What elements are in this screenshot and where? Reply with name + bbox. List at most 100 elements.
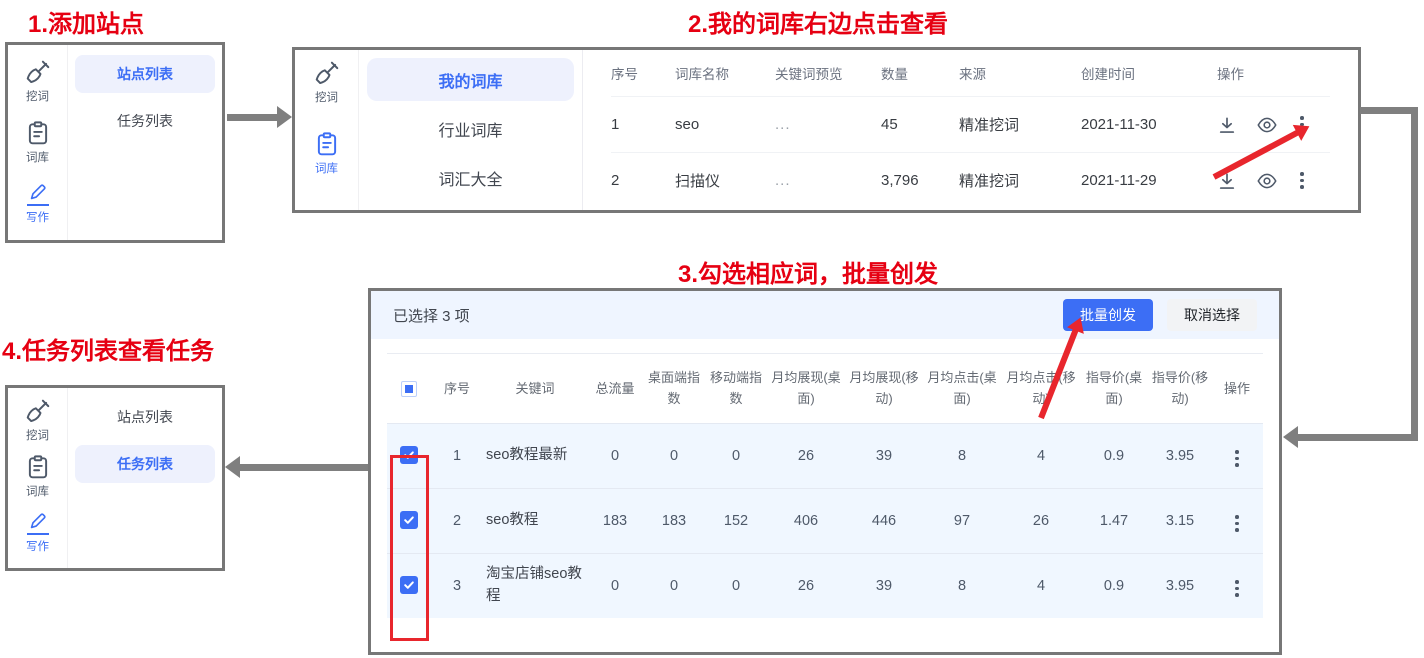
shovel-icon — [25, 398, 51, 424]
step3-title: 3.勾选相应词，批量创发 — [678, 254, 938, 289]
sidebar-item-lexicon[interactable]: 词库 — [314, 131, 340, 176]
flow-arrowhead — [225, 456, 240, 478]
eye-icon[interactable] — [1256, 170, 1278, 192]
menu-vocab-all[interactable]: 词汇大全 — [367, 156, 574, 199]
table-cell: 3.95 — [1147, 448, 1213, 464]
column-header: 指导价(桌面) — [1081, 367, 1147, 410]
lexicon-table: 序号 词库名称 关键词预览 数量 来源 创建时间 操作 1 seo ... 45… — [583, 50, 1358, 210]
sidebar-item-writing[interactable]: 写作 — [26, 181, 49, 225]
table-cell: seo教程 — [483, 510, 587, 532]
kebab-menu-icon[interactable] — [1232, 577, 1242, 600]
annotation-box-checkboxes — [390, 455, 429, 641]
menu-task-list[interactable]: 任务列表 — [75, 102, 215, 140]
sidebar-item-writing[interactable]: 写作 — [26, 510, 49, 554]
sidebar-item-dig-words[interactable]: 挖词 — [314, 60, 340, 105]
table-cell: 1.47 — [1081, 513, 1147, 529]
column-header: 月均点击(移动) — [1001, 367, 1081, 410]
keyword-table: 序号 关键词 总流量 桌面端指数 移动端指数 月均展现(桌面) 月均展现(移动)… — [387, 353, 1263, 618]
sidebar-item-dig-words[interactable]: 挖词 — [25, 398, 51, 443]
column-header: 序号 — [431, 378, 483, 399]
table-cell: 4 — [1001, 578, 1081, 594]
step2-panel: 挖词 词库 我的词库 行业词库 词汇大全 序号 词库名称 关键词预览 数量 来源… — [292, 47, 1361, 213]
download-icon[interactable] — [1217, 115, 1237, 135]
clipboard-icon — [25, 120, 51, 146]
table-cell: 2 — [611, 172, 675, 189]
column-header: 移动端指数 — [705, 367, 767, 410]
table-cell: 0 — [587, 578, 643, 594]
table-cell: 1 — [431, 448, 483, 464]
keyword-row: 3 淘宝店铺seo教程 0 0 0 26 39 8 4 0.9 3.95 — [387, 553, 1263, 618]
table-cell: 0 — [643, 448, 705, 464]
table-cell: ... — [775, 116, 881, 133]
table-cell: 183 — [643, 513, 705, 529]
column-header: 操作 — [1217, 63, 1323, 83]
table-cell: 45 — [881, 116, 959, 133]
table-cell: 406 — [767, 513, 845, 529]
table-cell: 8 — [923, 578, 1001, 594]
table-cell: 2021-11-30 — [1081, 116, 1217, 133]
selection-bar: 已选择 3 项 批量创发 取消选择 — [371, 291, 1279, 339]
menu-task-list[interactable]: 任务列表 — [75, 445, 215, 483]
icon-rail: 挖词 词库 — [295, 50, 359, 210]
selection-count-text: 已选择 3 项 — [393, 305, 470, 326]
kebab-menu-icon[interactable] — [1297, 169, 1307, 192]
sidebar-item-lexicon[interactable]: 词库 — [25, 454, 51, 499]
table-cell: 精准挖词 — [959, 114, 1081, 135]
lexicon-row: 2 扫描仪 ... 3,796 精准挖词 2021-11-29 — [611, 152, 1330, 208]
flow-arrow-step3-to-step4 — [240, 464, 368, 471]
table-cell: 183 — [587, 513, 643, 529]
cancel-selection-button[interactable]: 取消选择 — [1167, 299, 1257, 332]
flow-arrowhead — [277, 106, 292, 128]
keyword-row: 1 seo教程最新 0 0 0 26 39 8 4 0.9 3.95 — [387, 423, 1263, 488]
table-cell: 2021-11-29 — [1081, 172, 1217, 189]
submenu: 站点列表 任务列表 — [68, 45, 222, 240]
column-header: 词库名称 — [675, 63, 775, 83]
step1-title: 1.添加站点 — [28, 4, 144, 39]
table-cell: 0 — [705, 578, 767, 594]
column-header: 数量 — [881, 63, 959, 83]
sidebar-label: 词库 — [315, 160, 338, 176]
table-cell: 39 — [845, 578, 923, 594]
kebab-menu-icon[interactable] — [1232, 447, 1242, 470]
sidebar-label: 词库 — [26, 149, 49, 165]
column-header: 指导价(移动) — [1147, 367, 1213, 410]
table-cell: 0.9 — [1081, 578, 1147, 594]
column-header: 操作 — [1213, 378, 1261, 399]
column-header: 月均展现(桌面) — [767, 367, 845, 410]
column-header: 关键词预览 — [775, 63, 881, 83]
flow-arrow-step1-to-step2 — [227, 114, 277, 121]
kebab-menu-icon[interactable] — [1232, 512, 1242, 535]
sidebar-item-dig-words[interactable]: 挖词 — [25, 59, 51, 104]
table-cell: 4 — [1001, 448, 1081, 464]
icon-rail: 挖词 词库 写作 — [8, 388, 68, 568]
eye-icon[interactable] — [1256, 114, 1278, 136]
column-header: 创建时间 — [1081, 63, 1217, 83]
table-cell: 精准挖词 — [959, 170, 1081, 191]
clipboard-icon — [314, 131, 340, 157]
table-cell: 淘宝店铺seo教程 — [483, 564, 587, 608]
column-header: 月均展现(移动) — [845, 367, 923, 410]
table-cell: 446 — [845, 513, 923, 529]
sidebar-item-lexicon[interactable]: 词库 — [25, 120, 51, 165]
select-all-checkbox[interactable] — [401, 381, 417, 397]
flow-arrowhead — [1283, 426, 1298, 448]
sidebar-label: 写作 — [26, 209, 49, 225]
column-header: 序号 — [611, 63, 675, 83]
column-header: 桌面端指数 — [643, 367, 705, 410]
menu-site-list[interactable]: 站点列表 — [75, 55, 215, 93]
sidebar-label: 词库 — [26, 483, 49, 499]
column-header: 总流量 — [587, 378, 643, 399]
step3-panel: 已选择 3 项 批量创发 取消选择 序号 关键词 总流量 桌面端指数 移动端指数… — [368, 288, 1282, 655]
menu-industry-lexicon[interactable]: 行业词库 — [367, 107, 574, 150]
table-cell: 3,796 — [881, 172, 959, 189]
step2-title: 2.我的词库右边点击查看 — [688, 4, 948, 39]
column-header: 月均点击(桌面) — [923, 367, 1001, 410]
flow-connector-horizontal — [1298, 434, 1418, 441]
flow-connector-step2-to-step3 — [1360, 107, 1418, 114]
table-cell: 2 — [431, 513, 483, 529]
table-cell: 26 — [1001, 513, 1081, 529]
step4-panel: 挖词 词库 写作 站点列表 任务列表 — [5, 385, 225, 571]
menu-my-lexicon[interactable]: 我的词库 — [367, 58, 574, 101]
menu-site-list[interactable]: 站点列表 — [75, 398, 215, 436]
table-cell: seo教程最新 — [483, 445, 587, 467]
